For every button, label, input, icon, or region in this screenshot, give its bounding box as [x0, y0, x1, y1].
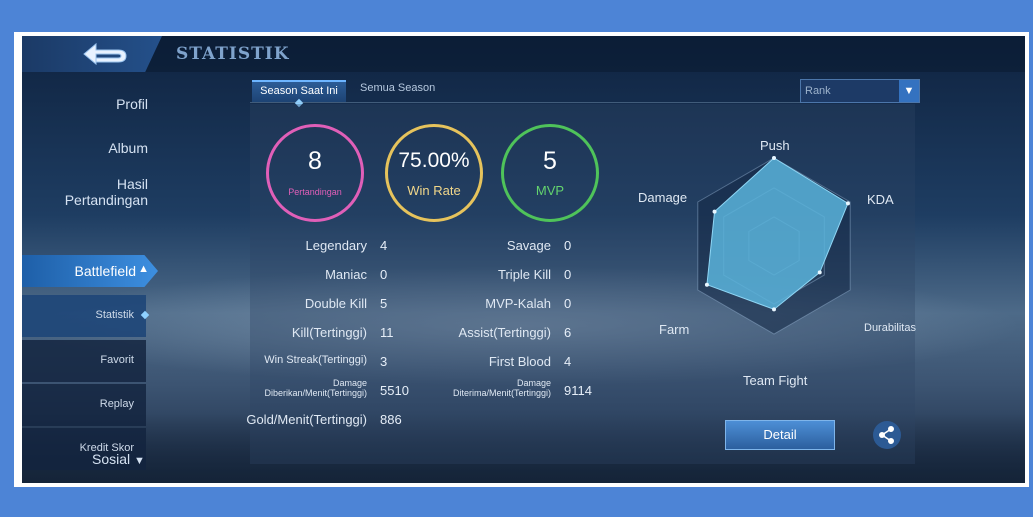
sidebar-item-sosial[interactable]: Sosial ▼ — [92, 451, 145, 467]
sidebar-item-album[interactable]: Album — [108, 140, 148, 156]
radar-chart — [697, 156, 851, 335]
stat-label: Win Streak(Tertinggi) — [264, 354, 367, 366]
stat-value: 3 — [380, 354, 388, 369]
mvp-value: 5 — [543, 147, 557, 175]
stat-value: 6 — [564, 325, 572, 340]
share-button[interactable] — [873, 421, 901, 449]
winrate-circle: 75.00% Win Rate — [385, 124, 483, 222]
sidebar-item-battlefield[interactable]: Battlefield ▲ — [22, 255, 158, 287]
chevron-down-icon: ▼ — [899, 80, 919, 102]
sidebar-item-hasil-pertandingan[interactable]: Hasil Pertandingan — [65, 176, 148, 208]
sidebar: Profil Album Hasil Pertandingan Battlefi… — [22, 72, 162, 483]
subitem-statistik-label: Statistik — [95, 309, 134, 321]
subitem-statistik[interactable]: Statistik — [22, 295, 146, 337]
rank-dropdown[interactable]: Rank ▼ — [800, 79, 920, 103]
game-screen: STATISTIK Profil Album Hasil Pertandinga… — [22, 36, 1025, 483]
stat-label: MVP-Kalah — [485, 296, 551, 311]
tab-season-saat-ini[interactable]: Season Saat Ini — [252, 80, 346, 102]
stat-value: 4 — [564, 354, 572, 369]
subitem-favorit[interactable]: Favorit — [22, 340, 146, 382]
stat-label: Double Kill — [304, 296, 367, 311]
stat-value: 886 — [380, 412, 402, 427]
radar-label-damage: Damage — [638, 190, 688, 205]
sidebar-item-profil[interactable]: Profil — [116, 96, 148, 112]
stat-value: 0 — [380, 267, 388, 282]
winrate-label: Win Rate — [407, 183, 461, 198]
stat-label: Legendary — [305, 238, 367, 253]
stat-value: 0 — [564, 238, 572, 253]
radar-label-farm: Farm — [659, 322, 690, 337]
stat-value: 9114 — [564, 383, 592, 398]
chevron-up-icon: ▲ — [138, 263, 149, 275]
mvp-label: MVP — [535, 183, 565, 198]
stat-value: 0 — [564, 296, 572, 311]
stat-label: Savage — [506, 238, 551, 253]
radar-point — [712, 209, 717, 214]
stat-value: 11 — [380, 325, 394, 340]
page-title: STATISTIK — [176, 44, 290, 64]
radar-point — [704, 282, 709, 287]
radar-point — [772, 307, 776, 312]
radar-label-push: Push — [760, 138, 790, 153]
stat-value: 5510 — [380, 383, 409, 398]
subitem-favorit-label: Favorit — [100, 354, 134, 366]
rank-dropdown-value: Rank — [805, 85, 831, 97]
top-bar: STATISTIK — [22, 36, 1025, 72]
radar-point — [772, 156, 776, 160]
sidebar-item-battlefield-label: Battlefield — [74, 263, 136, 279]
detail-button[interactable]: Detail — [725, 420, 835, 450]
sosial-label: Sosial — [92, 451, 131, 467]
stat-label: Assist(Tertinggi) — [458, 325, 551, 340]
stat-label: Gold/Menit(Tertinggi) — [246, 412, 367, 427]
back-button[interactable] — [22, 36, 162, 72]
winrate-value: 75.00% — [398, 149, 470, 172]
stat-label: Damage Diterima/Menit(Tertinggi) — [452, 378, 551, 398]
matches-value: 8 — [308, 147, 322, 175]
back-arrow-icon — [83, 42, 127, 66]
matches-circle: 8 Pertandingan — [266, 124, 364, 222]
stat-label: Triple Kill — [498, 267, 551, 282]
stat-label: Damage Diberikan/Menit(Tertinggi) — [264, 378, 367, 398]
stat-label: Maniac — [325, 267, 367, 282]
stat-value: 0 — [564, 267, 572, 282]
stat-label: Kill(Tertinggi) — [291, 325, 367, 340]
radar-point — [817, 270, 822, 275]
radar-label-kda: KDA — [867, 192, 894, 207]
subitem-replay[interactable]: Replay — [22, 384, 146, 426]
stat-value: 4 — [380, 238, 388, 253]
stat-value: 5 — [380, 296, 388, 311]
radar-label-team-fight: Team Fight — [743, 373, 808, 388]
subitem-replay-label: Replay — [99, 398, 134, 410]
share-icon — [879, 426, 894, 444]
matches-label: Pertandingan — [288, 187, 342, 197]
tab-semua-season[interactable]: Semua Season — [360, 82, 435, 94]
radar-point — [845, 201, 850, 206]
mvp-circle: 5 MVP — [501, 124, 599, 222]
radar-label-durabilitas: Durabilitas — [864, 322, 916, 334]
chevron-down-icon: ▼ — [134, 455, 145, 467]
stat-label: First Blood — [488, 354, 551, 369]
